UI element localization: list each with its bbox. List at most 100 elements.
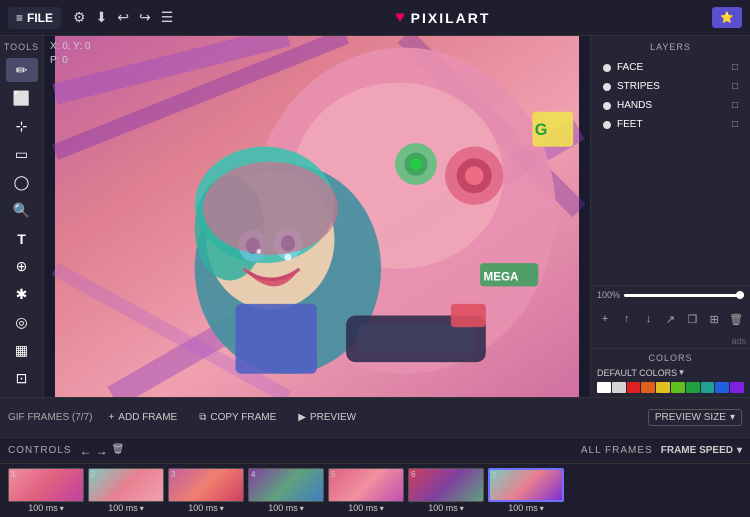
- stamp-tool[interactable]: ✱: [6, 283, 38, 307]
- layer-stripes[interactable]: STRIPES □: [597, 77, 744, 96]
- pencil-tool[interactable]: ✏: [6, 58, 38, 82]
- nav-next-btn[interactable]: →: [96, 444, 108, 458]
- frame-item-5[interactable]: 5 100 ms ▾: [328, 468, 404, 513]
- file-label: FILE: [27, 11, 53, 25]
- preview-label: PREVIEW: [310, 412, 356, 423]
- select-tool[interactable]: ⊹: [6, 114, 38, 138]
- star-button[interactable]: ⭐: [712, 7, 742, 28]
- frame-item-2[interactable]: 2 100 ms ▾: [88, 468, 164, 513]
- copy-frame-button[interactable]: ⧉ COPY FRAME: [193, 410, 282, 425]
- frame-ms-value-1: 100 ms: [28, 503, 58, 513]
- frame-ms-arrow-6[interactable]: ▾: [460, 504, 464, 513]
- color-swatch-lgreen[interactable]: [671, 382, 685, 393]
- layer-visibility-stripes[interactable]: □: [732, 81, 738, 92]
- preview-size-button[interactable]: PREVIEW SIZE ▾: [648, 409, 742, 426]
- layers-section: LAYERS FACE □ STRIPES □ HANDS □ FEET □: [591, 36, 750, 286]
- color-swatch-white[interactable]: [597, 382, 611, 393]
- frame-item-4[interactable]: 4 100 ms ▾: [248, 468, 324, 513]
- redo-icon[interactable]: ↪: [139, 9, 151, 26]
- frame-num-2: 2: [91, 470, 95, 479]
- ads-label: ads: [591, 334, 750, 348]
- frame-thumb-7[interactable]: 7: [488, 468, 564, 502]
- frame-thumb-6[interactable]: 6: [408, 468, 484, 502]
- fill-tool[interactable]: ◎: [6, 311, 38, 335]
- frame-item-1[interactable]: 1 100 ms ▾: [8, 468, 84, 513]
- color-swatch-green[interactable]: [686, 382, 700, 393]
- frame-thumb-2[interactable]: 2: [88, 468, 164, 502]
- merge-layer-btn[interactable]: ⊞: [704, 308, 724, 330]
- frame-ms-arrow-7[interactable]: ▾: [540, 504, 544, 513]
- layer-visibility-hands[interactable]: □: [732, 100, 738, 111]
- frame-ms-arrow-2[interactable]: ▾: [140, 504, 144, 513]
- frame-ms-3: 100 ms ▾: [188, 503, 224, 513]
- frame-ms-value-7: 100 ms: [508, 503, 538, 513]
- share-icon[interactable]: ⚙: [73, 9, 86, 26]
- frame-ms-value-4: 100 ms: [268, 503, 298, 513]
- eraser-tool[interactable]: ⬜: [6, 86, 38, 110]
- layer-name-face: FACE: [617, 62, 726, 73]
- undo-icon[interactable]: ↩: [117, 9, 129, 26]
- frame-item-3[interactable]: 3 100 ms ▾: [168, 468, 244, 513]
- layer-hands[interactable]: HANDS □: [597, 96, 744, 115]
- color-swatch-teal[interactable]: [701, 382, 715, 393]
- delete-layer-btn[interactable]: 🗑: [726, 308, 746, 330]
- add-layer-btn[interactable]: +: [595, 308, 615, 330]
- dither-tool[interactable]: ▦: [6, 339, 38, 363]
- canvas-wrapper[interactable]: X: 0, Y: 0 P: 0: [44, 36, 590, 397]
- brand-name: PIXILART: [411, 10, 491, 26]
- layer-visibility-feet[interactable]: □: [732, 119, 738, 130]
- export-layer-btn[interactable]: ↗: [661, 308, 681, 330]
- frame-ms-arrow-3[interactable]: ▾: [220, 504, 224, 513]
- pressure: P: 0: [50, 54, 90, 68]
- color-swatch-blue[interactable]: [715, 382, 729, 393]
- gif-frames-label: GIF FRAMES (7/7): [8, 412, 92, 423]
- layer-actions: + ↑ ↓ ↗ ❐ ⊞ 🗑: [591, 304, 750, 334]
- move-layer-up-btn[interactable]: ↑: [617, 308, 637, 330]
- color-swatch-orange[interactable]: [641, 382, 655, 393]
- layer-face[interactable]: FACE □: [597, 58, 744, 77]
- opacity-slider[interactable]: [624, 294, 744, 297]
- timeline: CONTROLS ← → 🗑 ALL FRAMES FRAME SPEED ▾ …: [0, 437, 750, 517]
- frame-ms-arrow-1[interactable]: ▾: [60, 504, 64, 513]
- move-layer-down-btn[interactable]: ↓: [639, 308, 659, 330]
- color-swatch-yellow[interactable]: [656, 382, 670, 393]
- layer-feet[interactable]: FEET □: [597, 115, 744, 134]
- frame-ms-arrow-4[interactable]: ▾: [300, 504, 304, 513]
- frame-item-6[interactable]: 6 100 ms ▾: [408, 468, 484, 513]
- marquee-tool[interactable]: ▭: [6, 142, 38, 166]
- frame-speed-label: FRAME SPEED: [661, 445, 733, 456]
- download-icon[interactable]: ⬇: [96, 9, 108, 26]
- duplicate-layer-btn[interactable]: ❐: [682, 308, 702, 330]
- copy-icon: ⧉: [199, 412, 206, 423]
- color-swatch-lightgray[interactable]: [612, 382, 626, 393]
- nav-prev-btn[interactable]: ←: [80, 444, 92, 458]
- default-colors-button[interactable]: DEFAULT COLORS ▾: [597, 367, 684, 378]
- ellipse-tool[interactable]: ◯: [6, 170, 38, 194]
- colors-section-label: COLORS: [597, 353, 744, 363]
- frame-thumb-4[interactable]: 4: [248, 468, 324, 502]
- file-menu[interactable]: ≡ FILE: [8, 7, 61, 29]
- frame-ms-arrow-5[interactable]: ▾: [380, 504, 384, 513]
- frame-ms-value-3: 100 ms: [188, 503, 218, 513]
- frame-speed-dropdown-icon: ▾: [737, 445, 742, 456]
- frame-item-7[interactable]: 7 100 ms ▾: [488, 468, 564, 513]
- crop-tool[interactable]: ⊡: [6, 367, 38, 391]
- text-tool[interactable]: T: [6, 226, 38, 250]
- canvas-coords: X: 0, Y: 0 P: 0: [50, 40, 90, 68]
- layer-visibility-face[interactable]: □: [732, 62, 738, 73]
- frame-thumb-5[interactable]: 5: [328, 468, 404, 502]
- add-frame-button[interactable]: + ADD FRAME: [102, 410, 183, 425]
- default-colors-label: DEFAULT COLORS: [597, 368, 677, 378]
- preview-button[interactable]: ▶ PREVIEW: [292, 410, 362, 425]
- zoom-tool[interactable]: 🔍: [6, 198, 38, 222]
- move-tool[interactable]: ⊕: [6, 255, 38, 279]
- color-swatch-red[interactable]: [627, 382, 641, 393]
- menu-icon[interactable]: ☰: [161, 9, 174, 26]
- nav-delete-btn[interactable]: 🗑: [112, 444, 125, 458]
- canvas-art[interactable]: G MEGA: [44, 36, 590, 397]
- frame-thumb-3[interactable]: 3: [168, 468, 244, 502]
- frame-speed-button[interactable]: FRAME SPEED ▾: [661, 445, 742, 456]
- frame-num-1: 1: [11, 470, 15, 479]
- frame-thumb-1[interactable]: 1: [8, 468, 84, 502]
- color-swatch-purple[interactable]: [730, 382, 744, 393]
